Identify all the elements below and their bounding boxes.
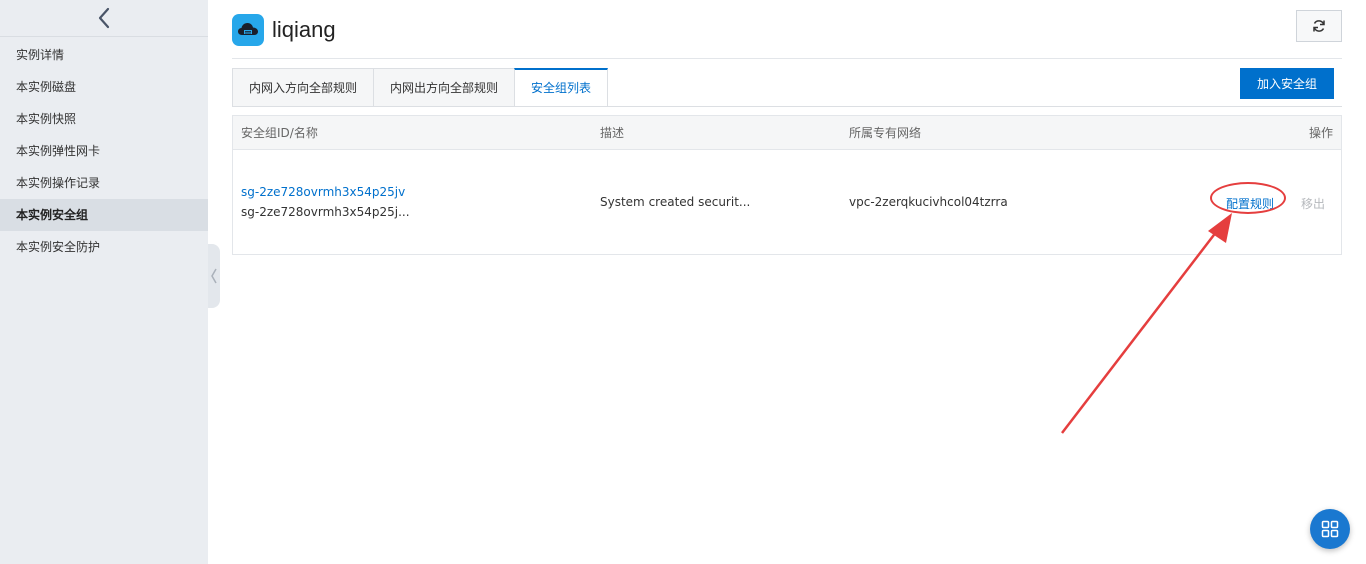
sidebar-item-eni[interactable]: 本实例弹性网卡 xyxy=(0,135,208,167)
page-title: liqiang xyxy=(272,17,336,42)
quick-menu-button[interactable] xyxy=(1310,509,1350,549)
column-header-description: 描述 xyxy=(600,126,625,140)
security-group-id-link[interactable]: sg-2ze728ovrmh3x54p25jv xyxy=(241,185,405,199)
tab-security-group-list[interactable]: 安全组列表 xyxy=(514,68,609,107)
refresh-icon xyxy=(1313,20,1325,32)
sidebar: 实例详情 本实例磁盘 本实例快照 本实例弹性网卡 本实例操作记录 本实例安全组 … xyxy=(0,0,208,564)
sidebar-item-security-protection[interactable]: 本实例安全防护 xyxy=(0,231,208,263)
tab-bar: 内网入方向全部规则 内网出方向全部规则 安全组列表 xyxy=(232,68,609,107)
refresh-button[interactable] xyxy=(1296,10,1342,42)
grid-icon xyxy=(1321,520,1339,538)
security-group-name: sg-2ze728ovrmh3x54p25j... xyxy=(241,205,410,219)
chevron-left-icon xyxy=(98,7,110,29)
cloud-server-icon xyxy=(232,14,264,46)
add-security-group-button[interactable]: 加入安全组 xyxy=(1240,68,1334,99)
configure-rules-link[interactable]: 配置规则 xyxy=(1226,195,1274,212)
security-group-table: 安全组ID/名称 描述 所属专有网络 操作 sg-2ze728ovrmh3x54… xyxy=(232,115,1342,255)
main-content: liqiang 内网入方向全部规则 内网出方向全部规则 安全组列表 加入安全组 … xyxy=(232,0,1342,564)
tab-inbound-rules[interactable]: 内网入方向全部规则 xyxy=(232,68,374,107)
sidebar-item-security-groups[interactable]: 本实例安全组 xyxy=(0,199,208,231)
remove-link: 移出 xyxy=(1301,197,1326,211)
sidebar-item-snapshots[interactable]: 本实例快照 xyxy=(0,103,208,135)
back-button[interactable] xyxy=(0,0,208,37)
security-group-vpc: vpc-2zerqkucivhcol04tzrra xyxy=(849,195,1008,209)
page-header: liqiang xyxy=(232,10,1342,48)
tab-divider xyxy=(232,106,1342,107)
table-header: 安全组ID/名称 描述 所属专有网络 操作 xyxy=(233,116,1341,150)
sidebar-item-instance-details[interactable]: 实例详情 xyxy=(0,39,208,71)
column-header-id-name: 安全组ID/名称 xyxy=(241,126,318,140)
sidebar-item-operation-logs[interactable]: 本实例操作记录 xyxy=(0,167,208,199)
security-group-description: System created securit... xyxy=(600,195,751,209)
sidebar-item-disks[interactable]: 本实例磁盘 xyxy=(0,71,208,103)
sidebar-collapse-handle[interactable] xyxy=(208,244,220,308)
column-header-vpc: 所属专有网络 xyxy=(849,126,922,140)
tab-outbound-rules[interactable]: 内网出方向全部规则 xyxy=(373,68,515,107)
header-divider xyxy=(232,58,1342,59)
column-header-actions: 操作 xyxy=(1308,126,1333,140)
table-row: sg-2ze728ovrmh3x54p25jv sg-2ze728ovrmh3x… xyxy=(233,150,1341,254)
chevron-left-icon xyxy=(211,268,217,284)
sidebar-nav: 实例详情 本实例磁盘 本实例快照 本实例弹性网卡 本实例操作记录 本实例安全组 … xyxy=(0,39,208,263)
